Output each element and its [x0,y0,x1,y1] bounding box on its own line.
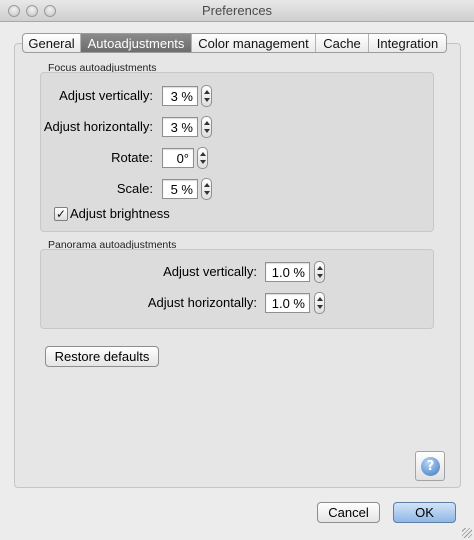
panorama-adjust-horizontally-label: Adjust horizontally: [147,295,257,310]
adjust-brightness-label: Adjust brightness [70,206,170,221]
focus-rotate-stepper[interactable] [197,147,208,169]
focus-adjust-horizontally-stepper[interactable] [201,116,212,138]
focus-rotate-label: Rotate: [111,150,153,165]
focus-adjust-horizontally-field[interactable]: 3 % [162,117,198,137]
panorama-adjust-horizontally-field[interactable]: 1.0 % [265,293,310,313]
restore-defaults-button[interactable]: Restore defaults [45,346,159,367]
focus-adjust-vertically-stepper[interactable] [201,85,212,107]
tab-integration[interactable]: Integration [369,34,446,52]
focus-scale-stepper[interactable] [201,178,212,200]
focus-scale-field[interactable]: 5 % [162,179,198,199]
panorama-adjust-vertically-label: Adjust vertically: [163,264,257,279]
tab-color-management[interactable]: Color management [192,34,316,52]
panorama-autoadjustments-group [40,249,434,329]
help-button[interactable]: ? [415,451,445,481]
tab-bar: General Autoadjustments Color management… [22,33,447,53]
tab-cache[interactable]: Cache [316,34,369,52]
title-bar: Preferences [0,0,474,22]
tab-autoadjustments[interactable]: Autoadjustments [81,34,192,52]
window-title: Preferences [201,3,273,18]
help-icon: ? [421,457,440,476]
focus-adjust-vertically-label: Adjust vertically: [59,88,153,103]
ok-button[interactable]: OK [393,502,456,523]
focus-adjust-vertically-field[interactable]: 3 % [162,86,198,106]
focus-rotate-field[interactable]: 0° [162,148,194,168]
focus-adjust-horizontally-label: Adjust horizontally: [43,119,153,134]
panorama-adjust-vertically-stepper[interactable] [314,261,325,283]
adjust-brightness-checkbox[interactable]: ✓ [54,207,68,221]
tab-general[interactable]: General [23,34,81,52]
panorama-adjust-horizontally-stepper[interactable] [314,292,325,314]
resize-grip-icon[interactable] [462,528,472,538]
cancel-button[interactable]: Cancel [317,502,380,523]
focus-scale-label: Scale: [116,181,153,196]
panorama-adjust-vertically-field[interactable]: 1.0 % [265,262,310,282]
